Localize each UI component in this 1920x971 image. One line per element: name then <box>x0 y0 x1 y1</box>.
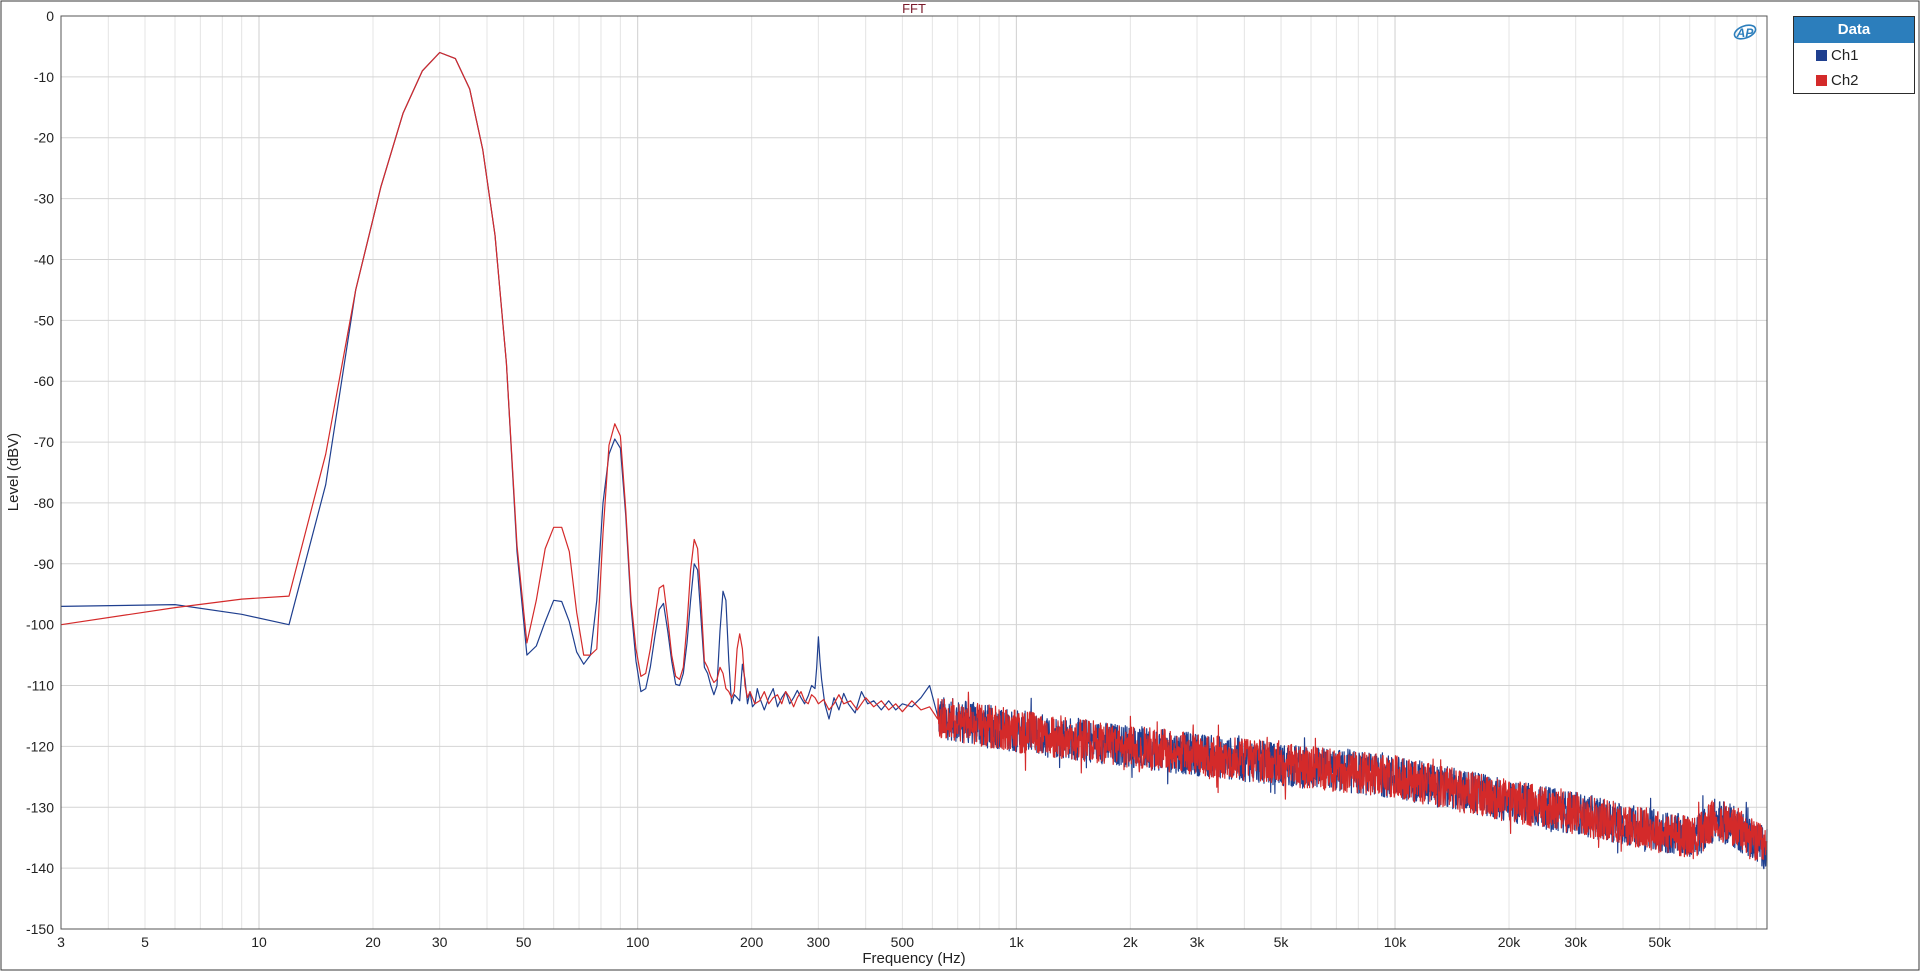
y-tick-label: -150 <box>26 921 54 937</box>
y-tick-label: -90 <box>34 556 54 572</box>
y-tick-label: -40 <box>34 251 54 267</box>
x-tick-label: 20 <box>365 934 381 950</box>
legend-item-ch2[interactable]: Ch2 <box>1794 68 1914 93</box>
legend-swatch-ch2 <box>1816 75 1827 86</box>
y-tick-label: 0 <box>46 8 54 24</box>
x-tick-label: 500 <box>891 934 915 950</box>
y-axis-title: Level (dBV) <box>5 433 22 511</box>
y-tick-label: -80 <box>34 495 54 511</box>
x-axis-title: Frequency (Hz) <box>862 950 965 967</box>
legend-label-ch1: Ch1 <box>1831 47 1859 64</box>
y-tick-label: -60 <box>34 373 54 389</box>
legend-swatch-ch1 <box>1816 50 1827 61</box>
x-tick-label: 300 <box>807 934 831 950</box>
y-tick-label: -50 <box>34 312 54 328</box>
legend-panel: Data Ch1 Ch2 <box>1793 16 1915 94</box>
legend-item-ch1[interactable]: Ch1 <box>1794 43 1914 68</box>
x-tick-label: 10k <box>1384 934 1408 950</box>
y-tick-label: -10 <box>34 69 54 85</box>
y-tick-label: -100 <box>26 617 54 633</box>
x-tick-label: 3k <box>1190 934 1206 950</box>
y-tick-label: -140 <box>26 860 54 876</box>
x-tick-label: 5 <box>141 934 149 950</box>
legend-label-ch2: Ch2 <box>1831 72 1859 89</box>
x-tick-label: 100 <box>626 934 650 950</box>
chart-title: FFT <box>902 1 926 16</box>
x-tick-label: 20k <box>1498 934 1522 950</box>
x-tick-label: 1k <box>1009 934 1025 950</box>
fft-chart: 0 -10 -20 -30 -40 -50 -60 -70 -80 -90 -100 -110 -120… <box>0 0 1920 971</box>
y-tick-label: -120 <box>26 738 54 754</box>
x-tick-label: 5k <box>1274 934 1290 950</box>
y-tick-label: -30 <box>34 191 54 207</box>
x-tick-label: 200 <box>740 934 764 950</box>
y-tick-label: -20 <box>34 130 54 146</box>
x-tick-label: 10 <box>251 934 267 950</box>
x-tick-label: 50 <box>516 934 532 950</box>
x-tick-label: 2k <box>1123 934 1139 950</box>
x-tick-label: 30 <box>432 934 448 950</box>
ap-logo-text: AP <box>1736 26 1755 40</box>
legend-header: Data <box>1794 17 1914 43</box>
x-tick-label: 50k <box>1648 934 1672 950</box>
y-tick-label: -110 <box>27 678 54 694</box>
y-tick-label: -70 <box>34 434 54 450</box>
x-tick-label: 30k <box>1564 934 1588 950</box>
fft-analyzer-view: 0 -10 -20 -30 -40 -50 -60 -70 -80 -90 -100 -110 -120… <box>0 0 1920 971</box>
y-tick-label: -130 <box>26 799 54 815</box>
x-tick-label: 3 <box>57 934 65 950</box>
